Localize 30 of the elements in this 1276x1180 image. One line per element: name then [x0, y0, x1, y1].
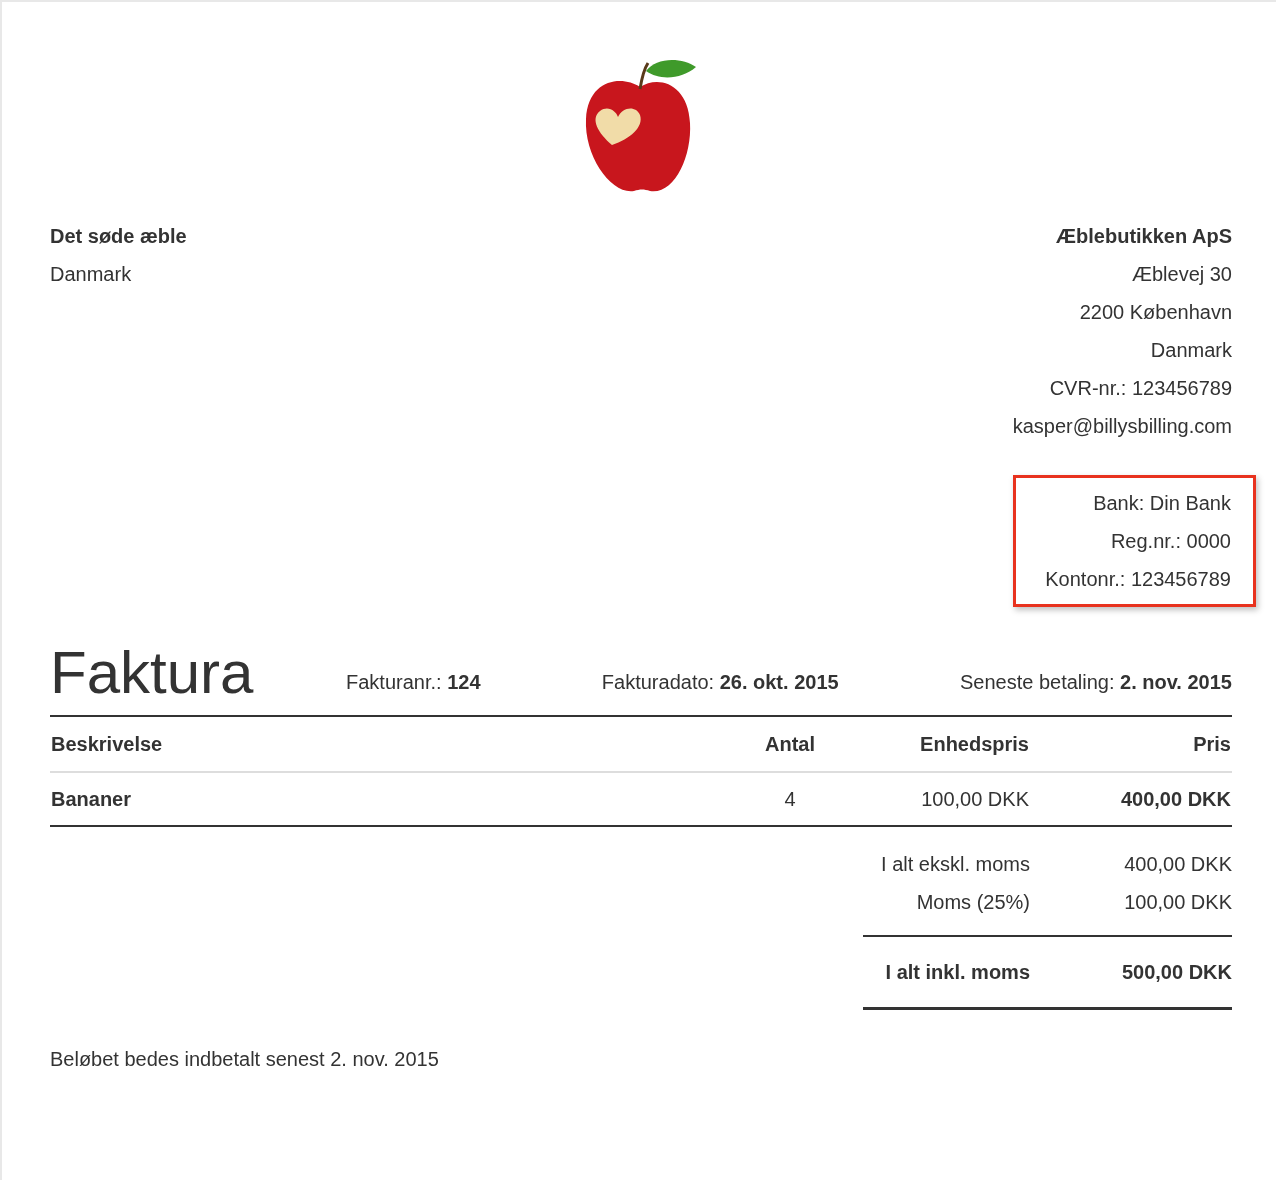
total-value: 400,00 DKK — [1124, 852, 1232, 877]
invoice-meta: Seneste betaling: 2. nov. 2015 — [959, 670, 1232, 695]
invoice-meta: Fakturadato: 26. okt. 2015 — [601, 670, 839, 695]
table-cell: 100,00 DKK — [835, 772, 1030, 826]
table-cell: 400,00 DKK — [1030, 772, 1232, 826]
column-header: Pris — [1030, 717, 1232, 772]
customer-name: Det søde æble — [50, 224, 187, 249]
column-header: Enhedspris — [835, 717, 1030, 772]
total-label: I alt ekskl. moms — [880, 852, 1030, 877]
address-line: Danmark — [50, 262, 133, 287]
company-detail: CVR-nr.: 123456789 — [1048, 376, 1232, 401]
payment-note: Beløbet bedes indbetalt senest 2. nov. 2015 — [50, 1047, 440, 1072]
company-detail: Æblevej 30 — [1130, 262, 1232, 287]
company-detail: Danmark — [1149, 338, 1232, 363]
bank-detail: Kontonr.: 123456789 — [1044, 567, 1231, 592]
invoice-title: Faktura — [50, 643, 255, 703]
invoice-meta: Fakturanr.: 124 — [346, 670, 481, 695]
column-header: Beskrivelse — [50, 717, 745, 772]
bank-detail: Bank: Din Bank — [1092, 491, 1231, 516]
table-cell: Bananer — [50, 772, 745, 826]
company-detail: 2200 København — [1078, 300, 1232, 325]
total-label: I alt inkl. moms — [884, 960, 1030, 985]
total-value: 500,00 DKK — [1121, 960, 1232, 985]
company-detail: kasper@billysbilling.com — [1012, 414, 1232, 439]
company-name: Æblebutikken ApS — [1055, 224, 1232, 249]
column-header: Antal — [745, 717, 835, 772]
total-value: 100,00 DKK — [1124, 890, 1232, 915]
table-cell: 4 — [745, 772, 835, 826]
total-label: Moms (25%) — [915, 890, 1030, 915]
bank-detail: Reg.nr.: 0000 — [1109, 529, 1231, 554]
